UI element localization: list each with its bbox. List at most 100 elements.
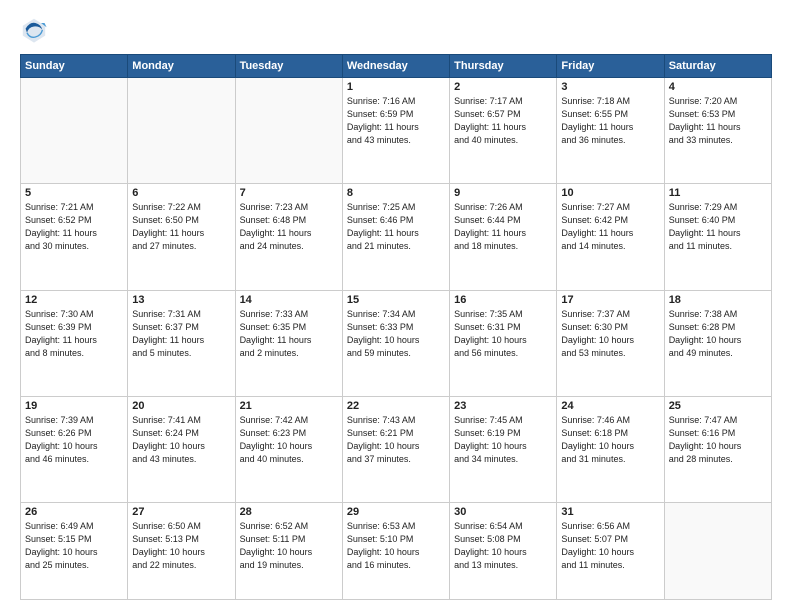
day-info: Sunrise: 7:42 AM Sunset: 6:23 PM Dayligh… bbox=[240, 414, 338, 466]
day-number: 23 bbox=[454, 400, 552, 412]
weekday-header-tuesday: Tuesday bbox=[235, 55, 342, 78]
day-info: Sunrise: 7:46 AM Sunset: 6:18 PM Dayligh… bbox=[561, 414, 659, 466]
calendar-cell: 2 Sunrise: 7:17 AM Sunset: 6:57 PM Daylig… bbox=[450, 78, 557, 184]
calendar-cell: 14 Sunrise: 7:33 AM Sunset: 6:35 PM Dayli… bbox=[235, 290, 342, 396]
calendar-cell: 8 Sunrise: 7:25 AM Sunset: 6:46 PM Daylig… bbox=[342, 184, 449, 290]
day-number: 2 bbox=[454, 81, 552, 93]
day-number: 29 bbox=[347, 506, 445, 518]
calendar-cell: 7 Sunrise: 7:23 AM Sunset: 6:48 PM Daylig… bbox=[235, 184, 342, 290]
day-number: 1 bbox=[347, 81, 445, 93]
calendar-cell bbox=[128, 78, 235, 184]
weekday-header-sunday: Sunday bbox=[21, 55, 128, 78]
day-number: 5 bbox=[25, 187, 123, 199]
day-info: Sunrise: 7:39 AM Sunset: 6:26 PM Dayligh… bbox=[25, 414, 123, 466]
day-number: 12 bbox=[25, 294, 123, 306]
calendar-week-0: 1Sunrise: 7:16 AM Sunset: 6:59 PM Daylig… bbox=[21, 78, 772, 184]
calendar-table: SundayMondayTuesdayWednesdayThursdayFrid… bbox=[20, 54, 772, 600]
calendar-week-4: 26Sunrise: 6:49 AM Sunset: 5:15 PM Dayli… bbox=[21, 503, 772, 600]
calendar-cell: 27 Sunrise: 6:50 AM Sunset: 5:13 PM Dayli… bbox=[128, 503, 235, 600]
calendar-cell: 30 Sunrise: 6:54 AM Sunset: 5:08 PM Dayli… bbox=[450, 503, 557, 600]
calendar-cell bbox=[235, 78, 342, 184]
calendar-cell: 25 Sunrise: 7:47 AM Sunset: 6:16 PM Dayli… bbox=[664, 396, 771, 502]
calendar-cell: 22Sunrise: 7:43 AM Sunset: 6:21 PM Dayli… bbox=[342, 396, 449, 502]
calendar-cell: 26Sunrise: 6:49 AM Sunset: 5:15 PM Dayli… bbox=[21, 503, 128, 600]
header bbox=[20, 16, 772, 44]
day-number: 18 bbox=[669, 294, 767, 306]
weekday-header-friday: Friday bbox=[557, 55, 664, 78]
day-info: Sunrise: 7:23 AM Sunset: 6:48 PM Dayligh… bbox=[240, 201, 338, 253]
day-number: 8 bbox=[347, 187, 445, 199]
calendar-cell: 16 Sunrise: 7:35 AM Sunset: 6:31 PM Dayli… bbox=[450, 290, 557, 396]
day-number: 20 bbox=[132, 400, 230, 412]
calendar-cell: 1Sunrise: 7:16 AM Sunset: 6:59 PM Daylig… bbox=[342, 78, 449, 184]
calendar-cell: 24 Sunrise: 7:46 AM Sunset: 6:18 PM Dayli… bbox=[557, 396, 664, 502]
calendar-cell: 10 Sunrise: 7:27 AM Sunset: 6:42 PM Dayli… bbox=[557, 184, 664, 290]
day-number: 30 bbox=[454, 506, 552, 518]
day-info: Sunrise: 6:53 AM Sunset: 5:10 PM Dayligh… bbox=[347, 520, 445, 572]
calendar-cell: 20 Sunrise: 7:41 AM Sunset: 6:24 PM Dayli… bbox=[128, 396, 235, 502]
day-number: 19 bbox=[25, 400, 123, 412]
calendar-cell: 18 Sunrise: 7:38 AM Sunset: 6:28 PM Dayli… bbox=[664, 290, 771, 396]
calendar-cell: 21Sunrise: 7:42 AM Sunset: 6:23 PM Dayli… bbox=[235, 396, 342, 502]
day-info: Sunrise: 7:47 AM Sunset: 6:16 PM Dayligh… bbox=[669, 414, 767, 466]
day-number: 15 bbox=[347, 294, 445, 306]
day-info: Sunrise: 7:45 AM Sunset: 6:19 PM Dayligh… bbox=[454, 414, 552, 466]
weekday-header-row: SundayMondayTuesdayWednesdayThursdayFrid… bbox=[21, 55, 772, 78]
calendar-cell: 31Sunrise: 6:56 AM Sunset: 5:07 PM Dayli… bbox=[557, 503, 664, 600]
calendar-cell: 11 Sunrise: 7:29 AM Sunset: 6:40 PM Dayli… bbox=[664, 184, 771, 290]
day-number: 14 bbox=[240, 294, 338, 306]
day-number: 7 bbox=[240, 187, 338, 199]
calendar-cell: 29 Sunrise: 6:53 AM Sunset: 5:10 PM Dayli… bbox=[342, 503, 449, 600]
day-info: Sunrise: 7:27 AM Sunset: 6:42 PM Dayligh… bbox=[561, 201, 659, 253]
day-number: 24 bbox=[561, 400, 659, 412]
day-info: Sunrise: 7:41 AM Sunset: 6:24 PM Dayligh… bbox=[132, 414, 230, 466]
calendar-cell bbox=[21, 78, 128, 184]
calendar-cell: 19 Sunrise: 7:39 AM Sunset: 6:26 PM Dayli… bbox=[21, 396, 128, 502]
day-number: 6 bbox=[132, 187, 230, 199]
calendar-body: 1Sunrise: 7:16 AM Sunset: 6:59 PM Daylig… bbox=[21, 78, 772, 600]
day-info: Sunrise: 7:18 AM Sunset: 6:55 PM Dayligh… bbox=[561, 95, 659, 147]
calendar-cell: 13 Sunrise: 7:31 AM Sunset: 6:37 PM Dayli… bbox=[128, 290, 235, 396]
day-info: Sunrise: 6:50 AM Sunset: 5:13 PM Dayligh… bbox=[132, 520, 230, 572]
day-number: 10 bbox=[561, 187, 659, 199]
calendar-header: SundayMondayTuesdayWednesdayThursdayFrid… bbox=[21, 55, 772, 78]
day-number: 16 bbox=[454, 294, 552, 306]
calendar-cell: 3 Sunrise: 7:18 AM Sunset: 6:55 PM Daylig… bbox=[557, 78, 664, 184]
calendar-week-3: 19 Sunrise: 7:39 AM Sunset: 6:26 PM Dayli… bbox=[21, 396, 772, 502]
calendar-cell: 6Sunrise: 7:22 AM Sunset: 6:50 PM Daylig… bbox=[128, 184, 235, 290]
day-info: Sunrise: 7:25 AM Sunset: 6:46 PM Dayligh… bbox=[347, 201, 445, 253]
day-info: Sunrise: 7:35 AM Sunset: 6:31 PM Dayligh… bbox=[454, 308, 552, 360]
day-info: Sunrise: 7:21 AM Sunset: 6:52 PM Dayligh… bbox=[25, 201, 123, 253]
logo bbox=[20, 16, 52, 44]
calendar-cell: 9 Sunrise: 7:26 AM Sunset: 6:44 PM Daylig… bbox=[450, 184, 557, 290]
day-info: Sunrise: 7:43 AM Sunset: 6:21 PM Dayligh… bbox=[347, 414, 445, 466]
day-number: 28 bbox=[240, 506, 338, 518]
day-info: Sunrise: 7:29 AM Sunset: 6:40 PM Dayligh… bbox=[669, 201, 767, 253]
day-number: 4 bbox=[669, 81, 767, 93]
day-info: Sunrise: 7:37 AM Sunset: 6:30 PM Dayligh… bbox=[561, 308, 659, 360]
day-info: Sunrise: 6:56 AM Sunset: 5:07 PM Dayligh… bbox=[561, 520, 659, 572]
calendar-cell: 15 Sunrise: 7:34 AM Sunset: 6:33 PM Dayli… bbox=[342, 290, 449, 396]
calendar-cell bbox=[664, 503, 771, 600]
day-info: Sunrise: 7:38 AM Sunset: 6:28 PM Dayligh… bbox=[669, 308, 767, 360]
day-number: 9 bbox=[454, 187, 552, 199]
day-info: Sunrise: 7:33 AM Sunset: 6:35 PM Dayligh… bbox=[240, 308, 338, 360]
day-number: 3 bbox=[561, 81, 659, 93]
calendar-cell: 28Sunrise: 6:52 AM Sunset: 5:11 PM Dayli… bbox=[235, 503, 342, 600]
weekday-header-thursday: Thursday bbox=[450, 55, 557, 78]
day-info: Sunrise: 7:20 AM Sunset: 6:53 PM Dayligh… bbox=[669, 95, 767, 147]
calendar-cell: 12 Sunrise: 7:30 AM Sunset: 6:39 PM Dayli… bbox=[21, 290, 128, 396]
calendar-cell: 23 Sunrise: 7:45 AM Sunset: 6:19 PM Dayli… bbox=[450, 396, 557, 502]
day-info: Sunrise: 6:54 AM Sunset: 5:08 PM Dayligh… bbox=[454, 520, 552, 572]
day-number: 11 bbox=[669, 187, 767, 199]
day-number: 13 bbox=[132, 294, 230, 306]
day-number: 25 bbox=[669, 400, 767, 412]
calendar-cell: 5 Sunrise: 7:21 AM Sunset: 6:52 PM Daylig… bbox=[21, 184, 128, 290]
day-info: Sunrise: 7:31 AM Sunset: 6:37 PM Dayligh… bbox=[132, 308, 230, 360]
day-info: Sunrise: 7:17 AM Sunset: 6:57 PM Dayligh… bbox=[454, 95, 552, 147]
day-info: Sunrise: 7:34 AM Sunset: 6:33 PM Dayligh… bbox=[347, 308, 445, 360]
day-info: Sunrise: 7:26 AM Sunset: 6:44 PM Dayligh… bbox=[454, 201, 552, 253]
day-number: 27 bbox=[132, 506, 230, 518]
logo-icon bbox=[20, 16, 48, 44]
day-info: Sunrise: 7:30 AM Sunset: 6:39 PM Dayligh… bbox=[25, 308, 123, 360]
